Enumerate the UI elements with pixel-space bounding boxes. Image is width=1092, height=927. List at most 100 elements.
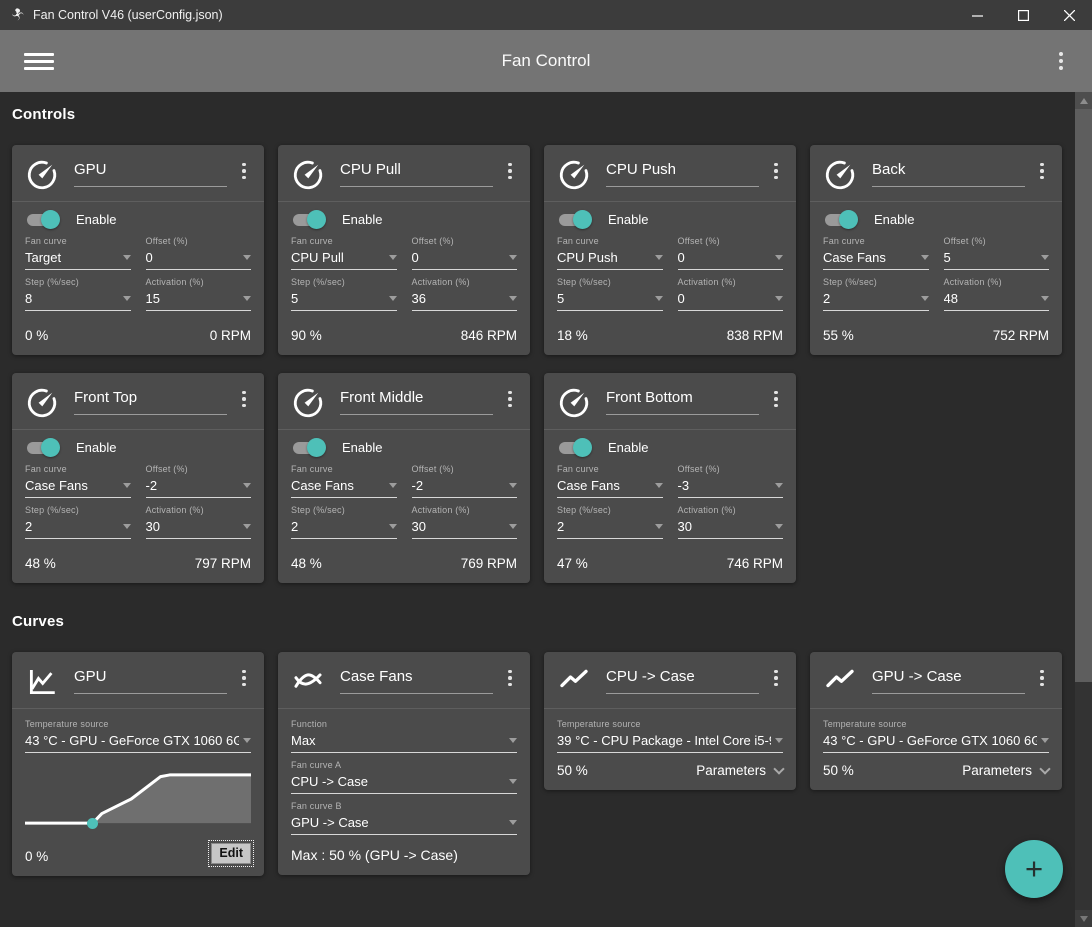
parameters-expander[interactable]: Parameters — [696, 763, 785, 778]
add-button[interactable]: + — [1005, 840, 1063, 898]
card-kebab-menu-icon[interactable] — [237, 389, 251, 409]
fan-curve-select[interactable]: Fan curve Target — [25, 236, 131, 270]
field-label: Step (%/sec) — [291, 505, 345, 515]
field-value: 8 — [25, 291, 33, 306]
gauge-icon — [823, 158, 857, 192]
dropdown-arrow-icon — [775, 255, 783, 260]
control-name[interactable]: Front Bottom — [606, 389, 759, 415]
fan-curve-a-select[interactable]: Fan curve A CPU -> Case — [291, 760, 517, 794]
enable-toggle[interactable] — [559, 210, 592, 229]
control-name[interactable]: Front Top — [74, 389, 227, 415]
field-label: Function — [291, 719, 328, 729]
field-value: 0 — [145, 250, 153, 265]
enable-toggle[interactable] — [293, 210, 326, 229]
control-name[interactable]: Back — [872, 161, 1025, 187]
offset-select[interactable]: Offset (%) -3 — [677, 464, 783, 498]
fan-curve-select[interactable]: Fan curve Case Fans — [25, 464, 131, 498]
field-label: Offset (%) — [411, 236, 454, 246]
step-select[interactable]: Step (%/sec) 2 — [291, 505, 397, 539]
field-label: Temperature source — [823, 719, 907, 729]
card-kebab-menu-icon[interactable] — [503, 668, 517, 688]
offset-select[interactable]: Offset (%) -2 — [411, 464, 517, 498]
minimize-button[interactable] — [954, 0, 1000, 30]
temperature-source-select[interactable]: Temperature source 43 °C - GPU - GeForce… — [823, 719, 1049, 753]
enable-toggle[interactable] — [27, 210, 60, 229]
fan-curve-select[interactable]: Fan curve CPU Push — [557, 236, 663, 270]
field-value: 43 °C - GPU - GeForce GTX 1060 6GB — [25, 733, 239, 748]
card-kebab-menu-icon[interactable] — [1035, 668, 1049, 688]
close-button[interactable] — [1046, 0, 1092, 30]
dropdown-arrow-icon — [388, 255, 397, 260]
fan-curve-b-select[interactable]: Fan curve B GPU -> Case — [291, 801, 517, 835]
fan-curve-graph[interactable] — [25, 771, 251, 829]
card-kebab-menu-icon[interactable] — [237, 161, 251, 181]
card-kebab-menu-icon[interactable] — [769, 161, 783, 181]
fan-curve-select[interactable]: Fan curve CPU Pull — [291, 236, 397, 270]
gauge-icon — [557, 158, 591, 192]
control-name[interactable]: Front Middle — [340, 389, 493, 415]
fan-percent: 18 % — [557, 328, 588, 343]
fan-curve-select[interactable]: Fan curve Case Fans — [823, 236, 929, 270]
control-name[interactable]: CPU Pull — [340, 161, 493, 187]
step-select[interactable]: Step (%/sec) 5 — [291, 277, 397, 311]
dropdown-arrow-icon — [509, 483, 517, 488]
parameters-expander[interactable]: Parameters — [962, 763, 1051, 778]
dropdown-arrow-icon — [509, 738, 517, 743]
hamburger-menu-icon[interactable] — [24, 49, 54, 74]
enable-toggle[interactable] — [825, 210, 858, 229]
offset-select[interactable]: Offset (%) 0 — [411, 236, 517, 270]
field-value: Target — [25, 250, 62, 265]
scroll-up-button[interactable] — [1075, 92, 1092, 109]
field-label: Fan curve — [25, 236, 67, 246]
step-select[interactable]: Step (%/sec) 2 — [823, 277, 929, 311]
step-select[interactable]: Step (%/sec) 8 — [25, 277, 131, 311]
curve-name[interactable]: CPU -> Case — [606, 668, 759, 694]
card-kebab-menu-icon[interactable] — [769, 668, 783, 688]
curve-name[interactable]: GPU -> Case — [872, 668, 1025, 694]
activation-select[interactable]: Activation (%) 48 — [943, 277, 1049, 311]
arrow-up-icon — [1079, 97, 1088, 104]
activation-select[interactable]: Activation (%) 0 — [677, 277, 783, 311]
card-kebab-menu-icon[interactable] — [769, 389, 783, 409]
divider — [278, 429, 530, 430]
card-kebab-menu-icon[interactable] — [503, 389, 517, 409]
card-kebab-menu-icon[interactable] — [503, 161, 517, 181]
offset-select[interactable]: Offset (%) 0 — [145, 236, 251, 270]
appbar-kebab-menu-icon[interactable] — [1054, 51, 1068, 72]
offset-select[interactable]: Offset (%) -2 — [145, 464, 251, 498]
fan-curve-select[interactable]: Fan curve Case Fans — [291, 464, 397, 498]
edit-button[interactable]: Edit — [208, 840, 254, 867]
activation-select[interactable]: Activation (%) 15 — [145, 277, 251, 311]
temperature-source-select[interactable]: Temperature source 43 °C - GPU - GeForce… — [25, 719, 251, 753]
card-kebab-menu-icon[interactable] — [1035, 161, 1049, 181]
enable-toggle[interactable] — [559, 438, 592, 457]
curve-name[interactable]: GPU — [74, 668, 227, 694]
enable-toggle[interactable] — [293, 438, 326, 457]
divider — [544, 201, 796, 202]
activation-select[interactable]: Activation (%) 36 — [411, 277, 517, 311]
enable-toggle[interactable] — [27, 438, 60, 457]
fan-rpm: 838 RPM — [726, 328, 783, 343]
step-select[interactable]: Step (%/sec) 2 — [557, 505, 663, 539]
fan-curve-select[interactable]: Fan curve Case Fans — [557, 464, 663, 498]
field-value: GPU -> Case — [291, 815, 369, 830]
control-name[interactable]: GPU — [74, 161, 227, 187]
curve-name[interactable]: Case Fans — [340, 668, 493, 694]
dropdown-arrow-icon — [122, 255, 131, 260]
function-select[interactable]: Function Max — [291, 719, 517, 753]
offset-select[interactable]: Offset (%) 0 — [677, 236, 783, 270]
control-name[interactable]: CPU Push — [606, 161, 759, 187]
field-value: 43 °C - GPU - GeForce GTX 1060 6GB — [823, 733, 1037, 748]
fan-curve-point[interactable] — [87, 817, 99, 829]
scrollbar-thumb[interactable] — [1075, 109, 1092, 682]
step-select[interactable]: Step (%/sec) 5 — [557, 277, 663, 311]
card-kebab-menu-icon[interactable] — [237, 668, 251, 688]
activation-select[interactable]: Activation (%) 30 — [411, 505, 517, 539]
activation-select[interactable]: Activation (%) 30 — [677, 505, 783, 539]
scroll-down-button[interactable] — [1075, 910, 1092, 927]
offset-select[interactable]: Offset (%) 5 — [943, 236, 1049, 270]
step-select[interactable]: Step (%/sec) 2 — [25, 505, 131, 539]
activation-select[interactable]: Activation (%) 30 — [145, 505, 251, 539]
maximize-button[interactable] — [1000, 0, 1046, 30]
temperature-source-select[interactable]: Temperature source 39 °C - CPU Package -… — [557, 719, 783, 753]
